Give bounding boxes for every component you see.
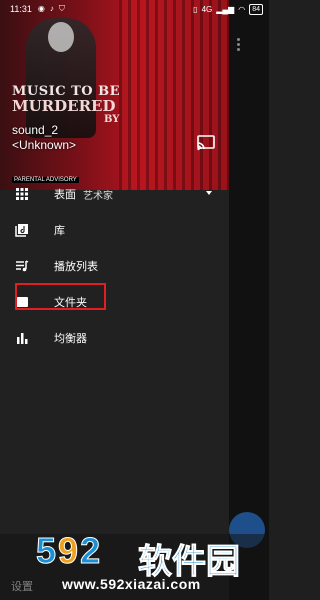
watermark-url: www.592xiazai.com xyxy=(62,576,201,592)
network-label: 4G xyxy=(201,4,213,14)
menu-item-library-label: 库 xyxy=(54,225,65,237)
shield-icon: ⛉ xyxy=(58,4,65,13)
battery-indicator: 84 xyxy=(249,3,263,15)
notification-icon: ◉ xyxy=(37,4,45,13)
vibrate-icon: ▯ xyxy=(193,4,198,14)
menu-item-equalizer-label: 均衡器 xyxy=(54,333,87,345)
library-icon xyxy=(15,224,28,237)
overflow-menu-icon[interactable] xyxy=(237,38,241,51)
playlist-icon xyxy=(16,260,29,272)
watermark-digit-5: 5 xyxy=(35,530,59,572)
equalizer-icon xyxy=(17,333,28,344)
menu-item-equalizer[interactable]: 均衡器 xyxy=(0,320,229,356)
cast-icon[interactable] xyxy=(196,134,216,152)
watermark-digit-2: 2 xyxy=(80,530,103,572)
grid-icon xyxy=(16,188,28,200)
album-art-figure-head xyxy=(48,22,74,52)
menu-item-surface[interactable]: 表面 艺术家 xyxy=(0,176,229,212)
status-left-icons: ◉ ♪ ⛉ xyxy=(38,4,65,14)
status-bar: 11:31 ◉ ♪ ⛉ ▯ 4G ▂▄▆ ◠ 84 xyxy=(0,0,269,18)
menu-item-surface-label: 表面 xyxy=(54,189,76,201)
album-art-title: MUSIC TO BE MURDERED BY xyxy=(12,84,142,127)
wifi-icon: ◠ xyxy=(238,4,246,14)
tiktok-icon: ♪ xyxy=(49,4,54,13)
track-title: sound_2 xyxy=(12,123,59,137)
surface-dropdown-value[interactable]: 艺术家 xyxy=(83,187,113,202)
album-art-line3: BY xyxy=(104,114,120,125)
signal-icon: ▂▄▆ xyxy=(216,4,235,14)
menu-item-library[interactable]: 库 xyxy=(0,212,229,248)
drawer-menu: 表面 艺术家 库 播放列表 文件夹 均衡器 xyxy=(0,176,229,356)
watermark-logo: 592 xyxy=(35,530,103,572)
menu-item-playlist-label: 播放列表 xyxy=(54,261,98,273)
background-screen xyxy=(229,0,269,600)
menu-item-playlist[interactable]: 播放列表 xyxy=(0,248,229,284)
status-right-icons: ▯ 4G ▂▄▆ ◠ 84 xyxy=(193,3,263,15)
folder-highlight-box xyxy=(15,283,106,310)
track-artist: <Unknown> xyxy=(12,138,77,152)
navigation-drawer: MUSIC TO BE MURDERED BY PARENTAL ADVISOR… xyxy=(0,0,229,600)
chevron-down-icon[interactable] xyxy=(206,191,212,195)
status-time: 11:31 xyxy=(10,4,32,14)
album-art[interactable]: MUSIC TO BE MURDERED BY PARENTAL ADVISOR… xyxy=(0,0,229,190)
watermark-digit-9: 9 xyxy=(58,530,81,572)
